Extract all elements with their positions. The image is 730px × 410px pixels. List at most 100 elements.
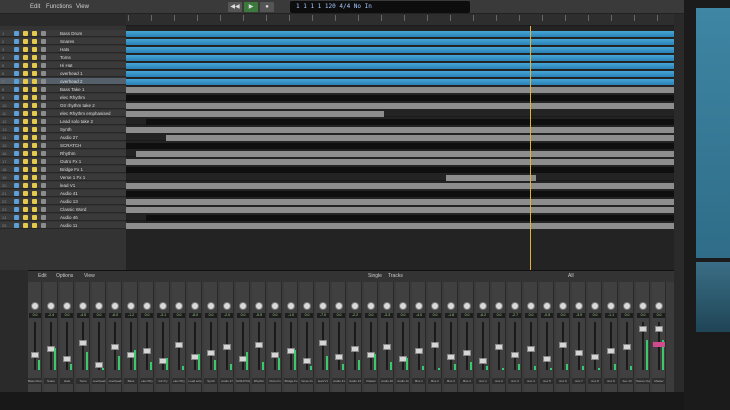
audio-region[interactable] bbox=[126, 127, 674, 133]
input-monitor-button[interactable] bbox=[41, 143, 46, 148]
volume-fader[interactable] bbox=[575, 350, 583, 356]
solo-button[interactable] bbox=[23, 223, 28, 228]
input-monitor-button[interactable] bbox=[41, 191, 46, 196]
timeline-ruler[interactable] bbox=[126, 14, 674, 26]
pan-knob[interactable] bbox=[31, 302, 39, 310]
track-header[interactable]: 24 Audio 46 bbox=[0, 214, 126, 221]
pan-knob[interactable] bbox=[367, 302, 375, 310]
solo-button[interactable] bbox=[23, 191, 28, 196]
mute-button[interactable] bbox=[14, 71, 19, 76]
record-arm-button[interactable] bbox=[32, 143, 37, 148]
pan-knob[interactable] bbox=[399, 302, 407, 310]
pan-knob[interactable] bbox=[111, 302, 119, 310]
volume-fader[interactable] bbox=[111, 344, 119, 350]
volume-fader[interactable] bbox=[511, 352, 519, 358]
audio-region[interactable] bbox=[146, 119, 674, 125]
solo-button[interactable] bbox=[23, 207, 28, 212]
track-lane[interactable] bbox=[126, 158, 674, 165]
volume-fader[interactable] bbox=[303, 358, 311, 364]
record-arm-button[interactable] bbox=[32, 39, 37, 44]
pan-knob[interactable] bbox=[559, 302, 567, 310]
pan-knob[interactable] bbox=[159, 302, 167, 310]
mute-button[interactable] bbox=[14, 95, 19, 100]
record-arm-button[interactable] bbox=[32, 87, 37, 92]
input-monitor-button[interactable] bbox=[41, 55, 46, 60]
track-lane[interactable] bbox=[126, 70, 674, 77]
solo-button[interactable] bbox=[23, 47, 28, 52]
volume-fader[interactable] bbox=[607, 348, 615, 354]
volume-fader[interactable] bbox=[335, 354, 343, 360]
pan-knob[interactable] bbox=[655, 302, 663, 310]
pan-knob[interactable] bbox=[527, 302, 535, 310]
audio-region[interactable] bbox=[126, 111, 384, 117]
pan-knob[interactable] bbox=[303, 302, 311, 310]
audio-region[interactable] bbox=[126, 87, 674, 93]
record-arm-button[interactable] bbox=[32, 31, 37, 36]
mute-button[interactable] bbox=[14, 79, 19, 84]
mixer-edit-menu[interactable]: Edit bbox=[38, 273, 47, 279]
track-lane[interactable] bbox=[126, 118, 674, 125]
audio-region[interactable] bbox=[126, 167, 674, 173]
pan-knob[interactable] bbox=[207, 302, 215, 310]
volume-fader[interactable] bbox=[319, 340, 327, 346]
tracks-button[interactable]: Tracks bbox=[388, 273, 403, 279]
track-header[interactable]: 21 Audio 41 bbox=[0, 190, 126, 197]
audio-region[interactable] bbox=[126, 55, 674, 61]
record-arm-button[interactable] bbox=[32, 183, 37, 188]
track-lane[interactable] bbox=[126, 206, 674, 213]
record-arm-button[interactable] bbox=[32, 71, 37, 76]
track-header[interactable]: 15 SCRATCH bbox=[0, 142, 126, 149]
track-lane[interactable] bbox=[126, 214, 674, 221]
mute-button[interactable] bbox=[14, 31, 19, 36]
audio-region[interactable] bbox=[126, 95, 674, 101]
input-monitor-button[interactable] bbox=[41, 39, 46, 44]
volume-fader[interactable] bbox=[479, 358, 487, 364]
track-header[interactable]: 2 Snares bbox=[0, 38, 126, 45]
all-button[interactable]: All bbox=[568, 273, 574, 279]
record-arm-button[interactable] bbox=[32, 215, 37, 220]
pan-knob[interactable] bbox=[479, 302, 487, 310]
solo-button[interactable] bbox=[23, 63, 28, 68]
track-lane[interactable] bbox=[126, 54, 674, 61]
pan-knob[interactable] bbox=[495, 302, 503, 310]
track-header[interactable]: 3 Hats bbox=[0, 46, 126, 53]
track-header[interactable]: 18 Bridge Fx 1 bbox=[0, 166, 126, 173]
track-header[interactable]: 25 Audio 11 bbox=[0, 222, 126, 229]
track-lane[interactable] bbox=[126, 94, 674, 101]
audio-region[interactable] bbox=[136, 151, 674, 157]
track-header[interactable]: 23 Classic Word bbox=[0, 206, 126, 213]
track-header[interactable]: 5 Hi Hat bbox=[0, 62, 126, 69]
volume-fader[interactable] bbox=[175, 342, 183, 348]
mute-button[interactable] bbox=[14, 127, 19, 132]
arrange-area[interactable] bbox=[126, 26, 674, 270]
solo-button[interactable] bbox=[23, 55, 28, 60]
pan-knob[interactable] bbox=[239, 302, 247, 310]
solo-button[interactable] bbox=[23, 39, 28, 44]
view-menu[interactable]: View bbox=[76, 2, 89, 12]
input-monitor-button[interactable] bbox=[41, 111, 46, 116]
solo-button[interactable] bbox=[23, 119, 28, 124]
volume-fader[interactable] bbox=[79, 340, 87, 346]
audio-region[interactable] bbox=[126, 159, 674, 165]
pan-knob[interactable] bbox=[639, 302, 647, 310]
input-monitor-button[interactable] bbox=[41, 71, 46, 76]
play-button[interactable]: ▶ bbox=[244, 2, 258, 12]
input-monitor-button[interactable] bbox=[41, 47, 46, 52]
audio-region[interactable] bbox=[126, 199, 674, 205]
input-monitor-button[interactable] bbox=[41, 175, 46, 180]
functions-menu[interactable]: Functions bbox=[46, 2, 72, 12]
pan-knob[interactable] bbox=[95, 302, 103, 310]
track-header[interactable]: 20 lead V1 bbox=[0, 182, 126, 189]
volume-fader[interactable] bbox=[223, 344, 231, 350]
pan-knob[interactable] bbox=[447, 302, 455, 310]
volume-fader[interactable] bbox=[207, 350, 215, 356]
mute-button[interactable] bbox=[14, 151, 19, 156]
pan-knob[interactable] bbox=[271, 302, 279, 310]
input-monitor-button[interactable] bbox=[41, 159, 46, 164]
track-header[interactable]: 19 Verse 1 Fx 1 bbox=[0, 174, 126, 181]
track-lane[interactable] bbox=[126, 190, 674, 197]
input-monitor-button[interactable] bbox=[41, 223, 46, 228]
mixer-view-menu[interactable]: View bbox=[84, 273, 95, 279]
audio-region[interactable] bbox=[166, 135, 674, 141]
solo-button[interactable] bbox=[23, 111, 28, 116]
